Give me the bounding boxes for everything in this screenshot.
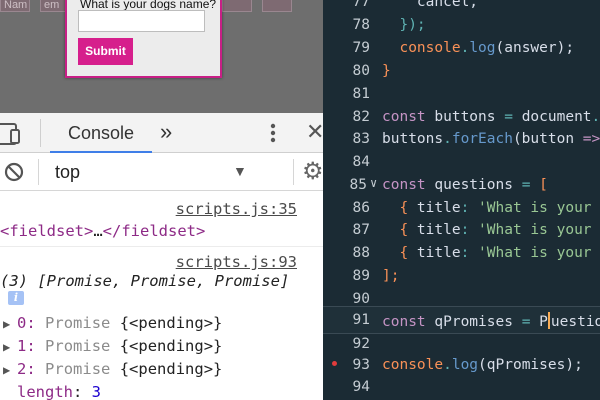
code-line[interactable]: { title: 'What is your ag xyxy=(382,222,600,238)
length-value: 3 xyxy=(91,383,102,400)
line-number: 92 xyxy=(352,336,370,352)
entry-value: {<pending>} xyxy=(119,360,223,378)
array-summary[interactable]: (3) [Promise, Promise, Promise] xyxy=(0,272,289,290)
page-tab[interactable]: Nam xyxy=(0,0,30,12)
code-line[interactable]: ]; xyxy=(382,268,399,284)
length-label: length xyxy=(17,383,73,400)
line-number: 88 xyxy=(352,245,370,261)
submit-button[interactable]: Submit xyxy=(78,38,133,65)
browser-viewport: Nam em What is your dogs name? Submit xyxy=(0,0,323,113)
gear-icon[interactable]: ⚙ xyxy=(302,160,324,184)
device-toolbar-icon[interactable] xyxy=(0,123,24,150)
clear-console-icon[interactable] xyxy=(4,162,24,187)
line-number: 83 xyxy=(352,131,370,147)
code-editor[interactable]: ∨ 77 78 79 80 81 82 83 84 85 86 87 88 89… xyxy=(323,0,600,400)
expand-caret-icon[interactable]: ▶ xyxy=(3,317,17,331)
code-line[interactable]: console.log(qPromises); xyxy=(382,357,583,373)
entry-index: 0 xyxy=(17,314,27,332)
toolbar-divider xyxy=(293,159,294,185)
code-line[interactable]: cancel, xyxy=(382,0,478,10)
entry-value: {<pending>} xyxy=(119,337,223,355)
line-number: 77 xyxy=(352,0,370,10)
more-tabs-icon[interactable]: » xyxy=(160,113,172,153)
chevron-down-icon[interactable]: ▼ xyxy=(233,163,247,179)
html-tag: <fieldset> xyxy=(0,222,94,240)
line-number: 81 xyxy=(352,86,370,102)
tab-console[interactable]: Console xyxy=(50,113,152,153)
line-number: 79 xyxy=(352,40,370,56)
line-number: 86 xyxy=(352,200,370,216)
code-line[interactable]: }); xyxy=(382,17,425,33)
code-line[interactable]: buttons.forEach(button => b xyxy=(382,131,600,147)
entry-index: 2 xyxy=(17,360,27,378)
line-number: 84 xyxy=(352,154,370,170)
entry-type: Promise xyxy=(45,314,111,332)
expand-caret-icon[interactable]: ▶ xyxy=(3,363,17,377)
info-icon[interactable]: i xyxy=(8,291,24,305)
array-length: length: 3 xyxy=(17,383,102,400)
toolbar-divider xyxy=(40,119,41,147)
page-tab[interactable]: em xyxy=(40,0,66,12)
line-number: 90 xyxy=(352,291,370,307)
console-output: scripts.js:35 <fieldset>…</fieldset> scr… xyxy=(0,191,323,400)
prompt-modal: What is your dogs name? Submit xyxy=(65,0,222,78)
collapsed-content: … xyxy=(93,222,103,240)
context-selector[interactable]: top xyxy=(55,153,80,191)
close-icon[interactable]: ✕ xyxy=(306,119,324,145)
console-message[interactable]: <fieldset>…</fieldset> xyxy=(0,222,205,240)
dog-name-input[interactable] xyxy=(78,10,205,32)
array-entry[interactable]: ▶ 0: Promise {<pending>} xyxy=(3,314,222,332)
line-number: 89 xyxy=(352,268,370,284)
array-entry[interactable]: ▶ 2: Promise {<pending>} xyxy=(3,360,222,378)
code-line[interactable]: const buttons = document.qu xyxy=(382,109,600,125)
line-number: 80 xyxy=(352,63,370,79)
devtools-toolbar: Console » ✕ xyxy=(0,113,324,153)
entry-type: Promise xyxy=(45,337,111,355)
page-tab[interactable] xyxy=(262,0,292,12)
line-number: 91 xyxy=(352,312,370,328)
text-cursor xyxy=(547,312,550,329)
line-number: 87 xyxy=(352,222,370,238)
line-number: 85 xyxy=(349,177,367,193)
code-line[interactable]: { title: 'What is your na xyxy=(382,200,600,216)
code-line[interactable]: } xyxy=(382,63,391,79)
line-number: 78 xyxy=(352,17,370,33)
source-link[interactable]: scripts.js:35 xyxy=(176,200,297,218)
message-divider xyxy=(0,246,323,247)
entry-value: {<pending>} xyxy=(119,314,223,332)
kebab-menu-icon[interactable] xyxy=(269,123,277,148)
code-line-current[interactable]: const qPromises = Puestion xyxy=(382,312,600,330)
page-tab[interactable] xyxy=(222,0,252,12)
expand-caret-icon[interactable]: ▶ xyxy=(3,340,17,354)
source-link[interactable]: scripts.js:93 xyxy=(176,253,297,271)
fold-arrow-icon[interactable]: ∨ xyxy=(370,176,377,190)
html-tag: </fieldset> xyxy=(102,222,206,240)
code-line[interactable]: console.log(answer); xyxy=(382,40,574,56)
entry-index: 1 xyxy=(17,337,27,355)
entry-type: Promise xyxy=(45,360,111,378)
line-number: 82 xyxy=(352,109,370,125)
line-number: 94 xyxy=(352,379,370,395)
code-line[interactable]: const questions = [ xyxy=(382,177,548,193)
code-line[interactable]: { title: 'What is your do xyxy=(382,245,600,261)
console-filter-bar: top ▼ ⚙ xyxy=(0,153,324,191)
line-number: 93 xyxy=(352,357,370,373)
array-entry[interactable]: ▶ 1: Promise {<pending>} xyxy=(3,337,222,355)
toolbar-divider xyxy=(38,159,39,185)
